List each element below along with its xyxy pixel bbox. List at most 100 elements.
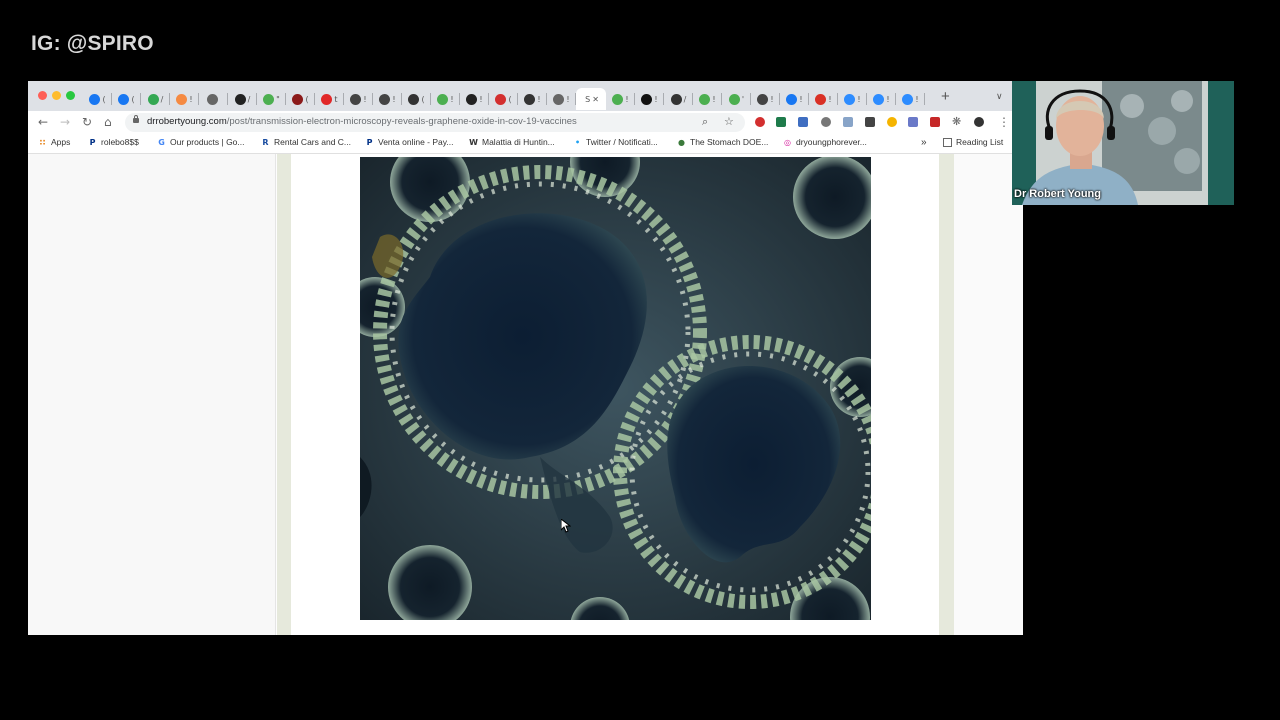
- reading-list-icon: [943, 137, 952, 147]
- browser-tab[interactable]: S ✕: [576, 88, 606, 110]
- left-sidebar: [28, 154, 276, 635]
- browser-tab[interactable]: !: [867, 88, 896, 110]
- extension-screen-icon[interactable]: [843, 117, 853, 127]
- microscopy-image[interactable]: [360, 157, 871, 620]
- star-icon[interactable]: ☆: [724, 115, 734, 128]
- tab-title: !: [654, 94, 658, 104]
- back-button[interactable]: ←: [38, 115, 48, 129]
- browser-tab[interactable]: !: [751, 88, 780, 110]
- refresh-red-icon: [495, 93, 507, 105]
- tab-title: !: [857, 94, 861, 104]
- profile-avatar[interactable]: [974, 117, 984, 127]
- browser-tab[interactable]: !: [373, 88, 402, 110]
- browser-tab[interactable]: !: [606, 88, 635, 110]
- facebook-icon: [89, 93, 101, 105]
- extension-gear-icon[interactable]: [821, 117, 831, 127]
- green-leaf-icon: [263, 93, 275, 105]
- browser-tab[interactable]: (: [286, 88, 315, 110]
- forward-button[interactable]: →: [60, 115, 70, 129]
- browser-tab[interactable]: !: [547, 88, 576, 110]
- url-path: /post/transmission-electron-microscopy-r…: [226, 116, 577, 127]
- bookmark-item[interactable]: P Venta online - Pay...: [365, 137, 454, 147]
- webcam-video-icon: [1012, 81, 1234, 205]
- right-border-stripe: [939, 154, 954, 635]
- bookmarks-more-button[interactable]: »: [921, 137, 927, 148]
- browser-tab[interactable]: ': [722, 88, 751, 110]
- bookmark-item[interactable]: • Twitter / Notificati...: [573, 137, 658, 147]
- browser-tab[interactable]: !: [344, 88, 373, 110]
- browser-tab[interactable]: (: [402, 88, 431, 110]
- tab-title: !: [566, 94, 570, 104]
- close-window-icon[interactable]: [38, 91, 47, 100]
- bookmark-item[interactable]: Prolebo8$$: [88, 137, 139, 147]
- reload-button[interactable]: ↻: [82, 115, 92, 129]
- home-button[interactable]: ⌂: [104, 115, 112, 129]
- extension-green-icon[interactable]: [776, 117, 786, 127]
- bookmark-item[interactable]: G Our products | Go...: [157, 137, 244, 147]
- bookmark-label: Malattia di Huntin...: [482, 137, 555, 147]
- bookmark-label: The Stomach DOE...: [690, 137, 769, 147]
- amazon-icon: [234, 93, 246, 105]
- tab-title: ": [276, 94, 280, 104]
- browser-tab[interactable]: /: [228, 88, 257, 110]
- browser-tab[interactable]: !: [780, 88, 809, 110]
- browser-tab[interactable]: !: [635, 88, 664, 110]
- extension-red-icon[interactable]: [930, 117, 940, 127]
- browser-window: ((/! / " (t!! (!! (!! S ✕!! /! '!!!!!! + ∨ ← → ↻ …: [28, 81, 1023, 635]
- new-tab-button[interactable]: +: [941, 88, 950, 105]
- lock-icon[interactable]: [133, 115, 139, 123]
- bookmark-item[interactable]: R Rental Cars and C...: [261, 137, 351, 147]
- bookmark-item[interactable]: ◎ dryoungphorever...: [783, 137, 867, 147]
- browser-menu-icon[interactable]: ⋮: [998, 115, 1010, 129]
- bookmark-item[interactable]: W Malattia di Huntin...: [469, 137, 555, 147]
- tab-title: t: [334, 94, 338, 104]
- extension-yellow-icon[interactable]: [887, 117, 897, 127]
- extension-calendar-icon[interactable]: [865, 117, 875, 127]
- bookmarks-more-label: »: [921, 137, 927, 148]
- green-leaf-icon: [699, 93, 711, 105]
- browser-tab[interactable]: /: [664, 88, 693, 110]
- circle-orange-icon: [176, 93, 188, 105]
- browser-tab[interactable]: (: [112, 88, 141, 110]
- search-icon[interactable]: ⌕: [702, 115, 708, 129]
- browser-tab[interactable]: !: [170, 88, 199, 110]
- tab-title: !: [363, 94, 367, 104]
- close-tab-icon[interactable]: ✕: [592, 95, 599, 104]
- browser-tab[interactable]: !: [838, 88, 867, 110]
- browser-tab[interactable]: !: [809, 88, 838, 110]
- browser-tab[interactable]: !: [460, 88, 489, 110]
- browser-tab[interactable]: ": [257, 88, 286, 110]
- extensions-puzzle-icon[interactable]: ❋: [952, 115, 961, 128]
- extension-blue-icon[interactable]: [798, 117, 808, 127]
- maximize-window-icon[interactable]: [66, 91, 75, 100]
- browser-tab[interactable]: t: [315, 88, 344, 110]
- bookmark-item[interactable]: ∷ Apps: [38, 137, 71, 147]
- browser-tab[interactable]: (: [489, 88, 518, 110]
- browser-tab[interactable]: !: [896, 88, 925, 110]
- tab-title: !: [450, 94, 454, 104]
- browser-tab[interactable]: /: [141, 88, 170, 110]
- address-bar[interactable]: drrobertyoung.com/post/transmission-elec…: [125, 113, 745, 132]
- twitter-icon: •: [574, 137, 581, 147]
- bookmark-label: rolebo8$$: [101, 137, 139, 147]
- browser-tab[interactable]: !: [693, 88, 722, 110]
- red-dot-icon: [292, 93, 304, 105]
- reading-list-button[interactable]: Reading List: [943, 137, 1003, 147]
- rental-icon: R: [262, 137, 269, 147]
- tab-title: S: [585, 94, 591, 104]
- url-host: drrobertyoung.com: [147, 116, 227, 127]
- paypal-icon: P: [366, 137, 373, 147]
- extension-grid-icon[interactable]: [908, 117, 918, 127]
- url-text[interactable]: drrobertyoung.com/post/transmission-elec…: [147, 116, 577, 127]
- tab-search-chevron-icon[interactable]: ∨: [996, 91, 1003, 102]
- browser-tab[interactable]: !: [431, 88, 460, 110]
- facebook-icon: [786, 93, 798, 105]
- tab-title: ': [741, 94, 745, 104]
- browser-tab[interactable]: !: [518, 88, 547, 110]
- extension-badge-icon[interactable]: [755, 117, 765, 127]
- tab-title: !: [915, 94, 919, 104]
- minimize-window-icon[interactable]: [52, 91, 61, 100]
- browser-tab[interactable]: (: [83, 88, 112, 110]
- bookmark-item[interactable]: ● The Stomach DOE...: [677, 137, 768, 147]
- browser-tab[interactable]: [199, 88, 228, 110]
